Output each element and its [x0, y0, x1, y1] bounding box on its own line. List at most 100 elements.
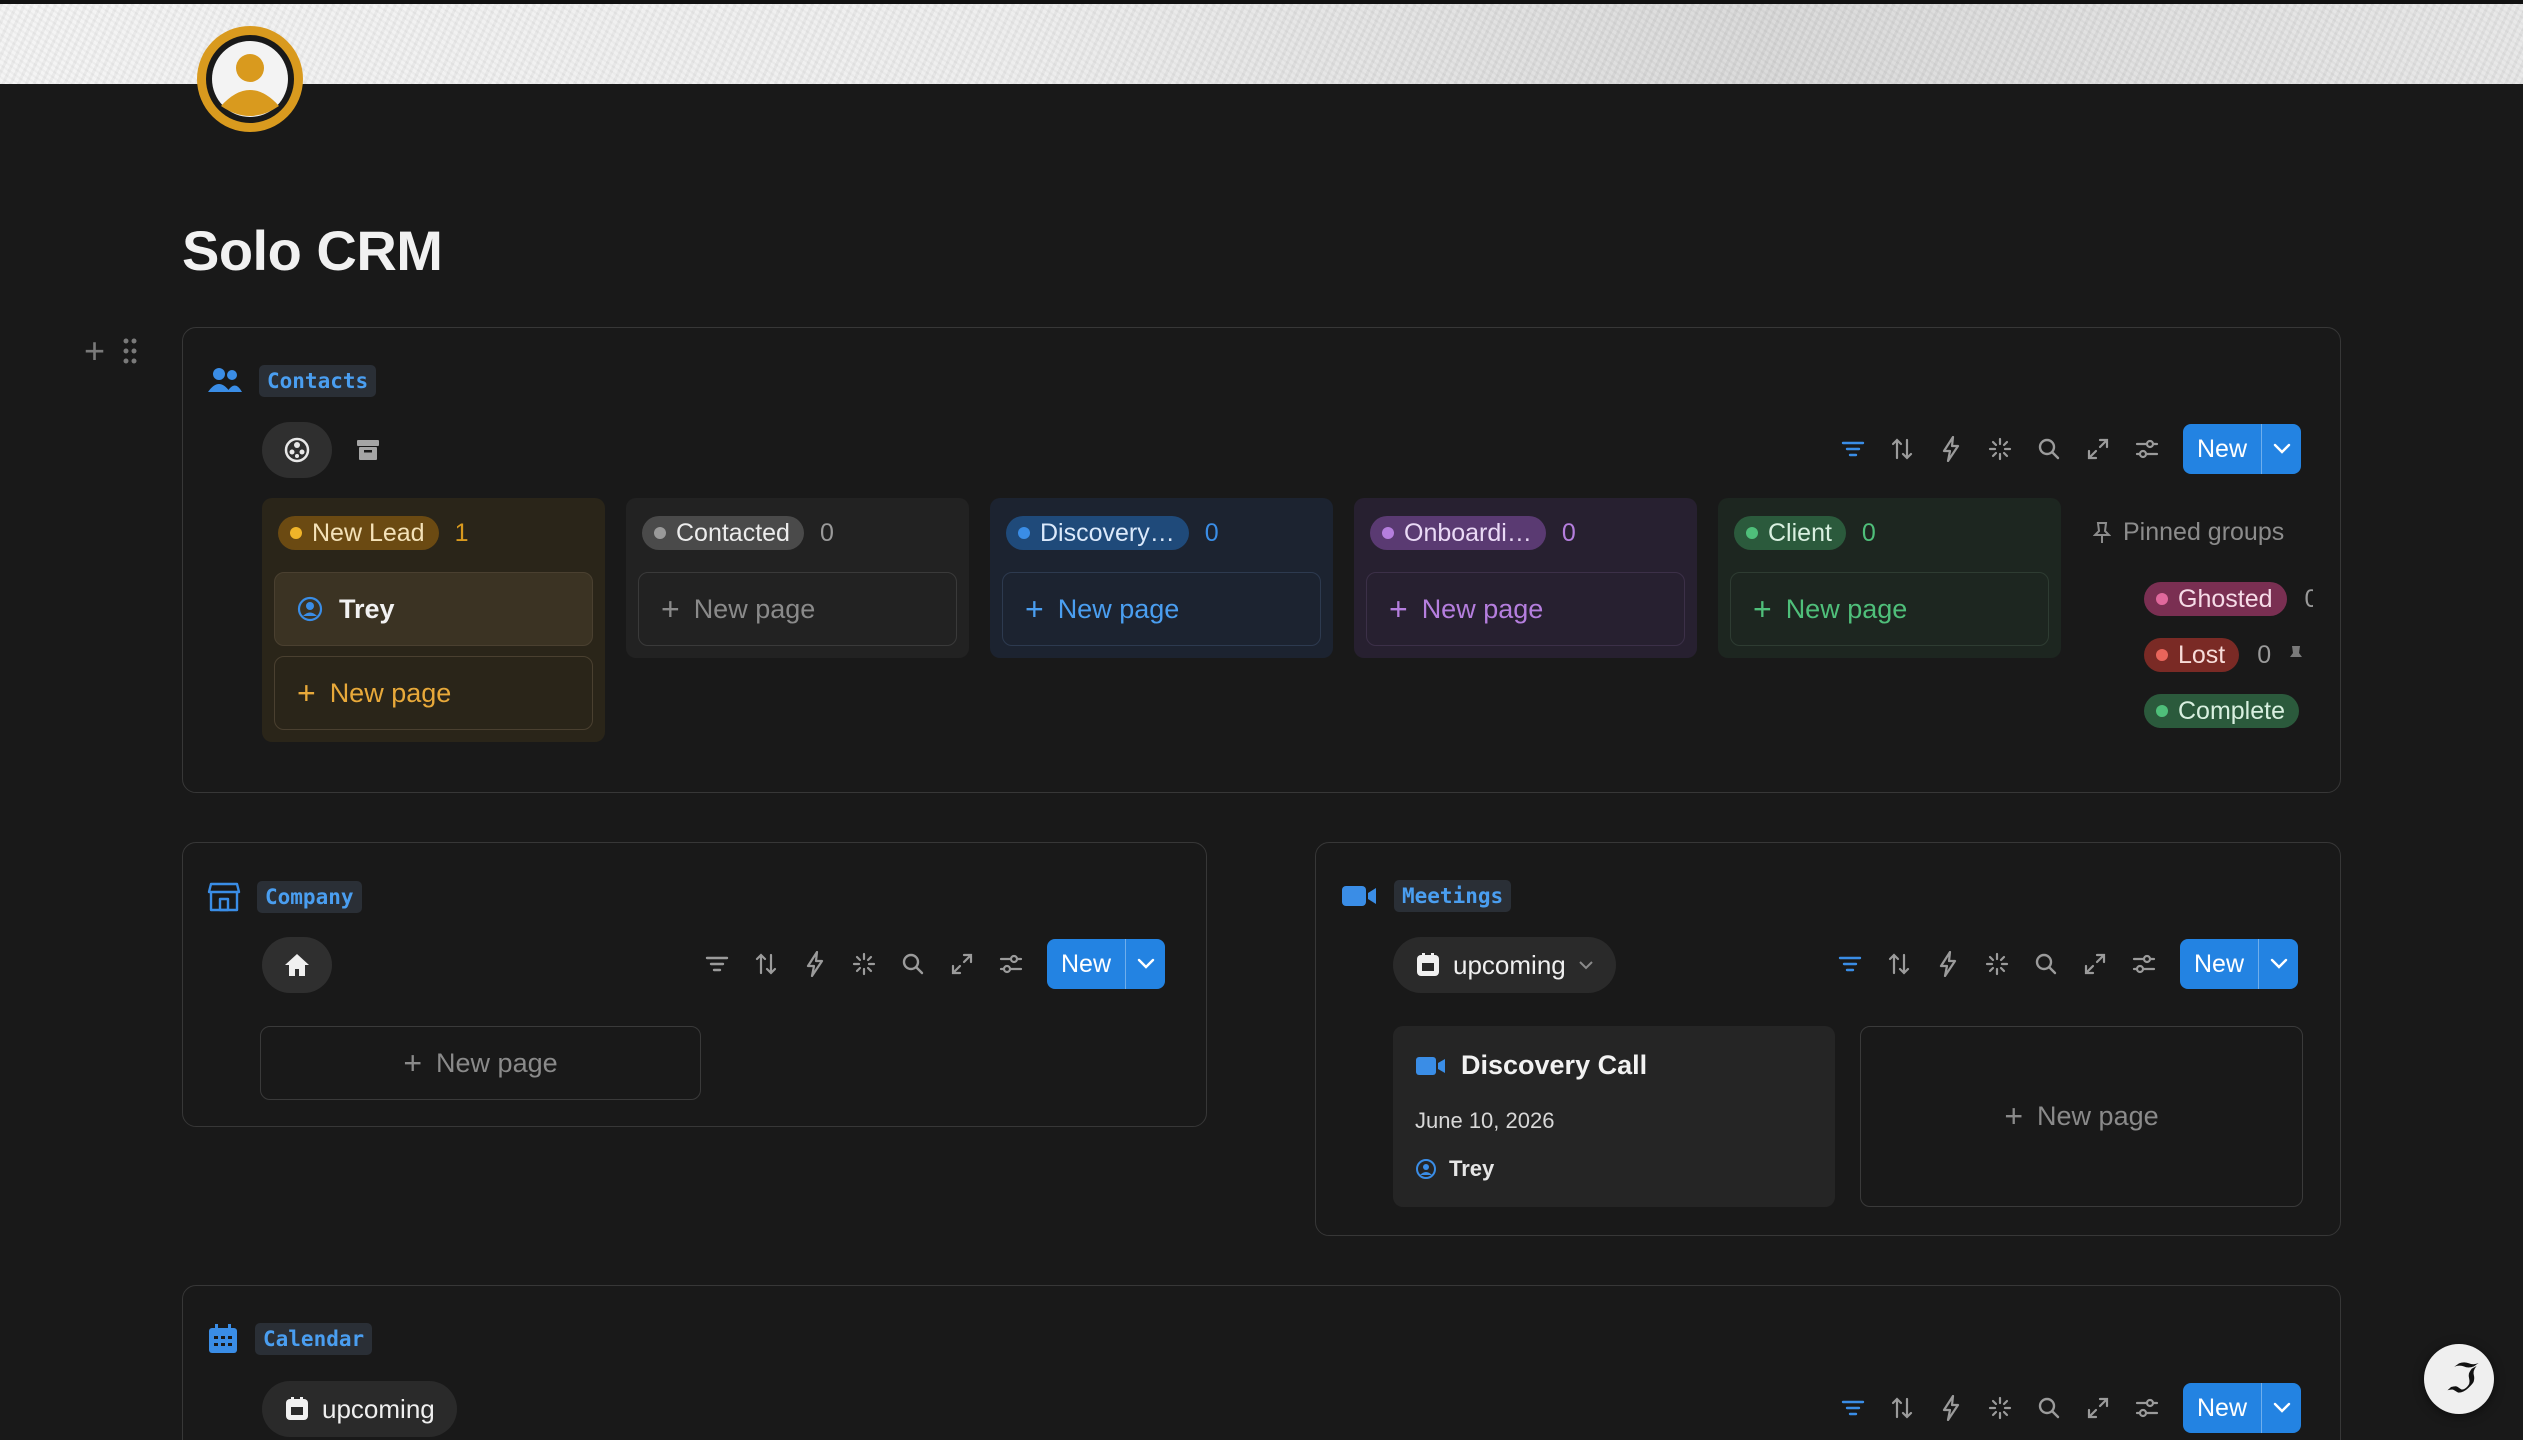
- expand-icon[interactable]: [2073, 429, 2122, 469]
- notion-ai-help-icon[interactable]: ℑ: [2424, 1344, 2494, 1414]
- block-handle[interactable]: +: [84, 330, 137, 372]
- status-tag-complete[interactable]: Complete: [2144, 694, 2299, 728]
- status-tag-contacted[interactable]: Contacted: [642, 516, 804, 550]
- filter-icon[interactable]: [1828, 429, 1877, 469]
- chevron-down-icon[interactable]: [2261, 424, 2301, 474]
- calendar-title[interactable]: Calendar: [207, 1323, 373, 1355]
- search-icon[interactable]: [2024, 1388, 2073, 1428]
- automation-bolt-icon[interactable]: [790, 944, 839, 984]
- new-button-label[interactable]: New: [2183, 424, 2261, 474]
- chevron-down-icon[interactable]: [2261, 1383, 2301, 1433]
- contacts-toolbar: New: [1828, 424, 2302, 474]
- status-tag-discovery[interactable]: Discovery…: [1006, 516, 1189, 550]
- calendar-new-button[interactable]: New: [2183, 1383, 2302, 1433]
- settings-sliders-icon[interactable]: [2122, 429, 2171, 469]
- meeting-person[interactable]: Trey: [1449, 1156, 1494, 1182]
- pinned-group-ghosted[interactable]: Ghosted 0: [2144, 582, 2313, 616]
- company-new-page-button[interactable]: + New page: [260, 1026, 701, 1100]
- meetings-new-page-button[interactable]: + New page: [1860, 1026, 2303, 1207]
- board-column-new-lead: New Lead 1 Trey + New page: [262, 498, 605, 742]
- meetings-title-label[interactable]: Meetings: [1394, 880, 1512, 912]
- view-label: upcoming: [1453, 949, 1566, 980]
- new-button-label[interactable]: New: [2183, 1383, 2261, 1433]
- automation-bolt-icon[interactable]: [1923, 944, 1972, 984]
- calendar-view-icon: [1417, 953, 1439, 976]
- new-page-button[interactable]: + New page: [274, 656, 593, 730]
- add-block-icon[interactable]: +: [84, 330, 105, 372]
- company-title[interactable]: Company: [207, 880, 362, 914]
- new-button-label[interactable]: New: [1047, 939, 1125, 989]
- pinned-group-complete[interactable]: Complete: [2144, 694, 2299, 728]
- status-tag-ghosted[interactable]: Ghosted: [2144, 582, 2287, 616]
- contact-card-trey[interactable]: Trey: [274, 572, 593, 646]
- calendar-view-icon: [286, 1397, 308, 1420]
- sort-icon[interactable]: [1877, 429, 1926, 469]
- chevron-down-icon[interactable]: [1125, 939, 1165, 989]
- pinned-group-lost[interactable]: Lost 0: [2144, 638, 2303, 672]
- expand-icon[interactable]: [2070, 944, 2119, 984]
- filter-icon[interactable]: [1825, 944, 1874, 984]
- status-tag-new-lead[interactable]: New Lead: [278, 516, 439, 550]
- company-new-button[interactable]: New: [1047, 939, 1166, 989]
- calendar-view-selector[interactable]: upcoming: [262, 1381, 457, 1437]
- search-icon[interactable]: [2024, 429, 2073, 469]
- expand-icon[interactable]: [937, 944, 986, 984]
- search-icon[interactable]: [2021, 944, 2070, 984]
- new-page-label: New page: [1057, 593, 1180, 624]
- board-column-contacted: Contacted 0 + New page: [626, 498, 969, 658]
- tag-label: Lost: [2178, 640, 2226, 669]
- settings-sliders-icon[interactable]: [2119, 944, 2168, 984]
- new-page-button[interactable]: + New page: [1366, 572, 1685, 646]
- contacts-title-label[interactable]: Contacts: [259, 365, 377, 397]
- column-count: 0: [1561, 518, 1576, 547]
- column-count: 0: [1861, 518, 1876, 547]
- new-page-button[interactable]: + New page: [1730, 572, 2049, 646]
- company-title-label[interactable]: Company: [257, 881, 362, 913]
- search-icon[interactable]: [888, 944, 937, 984]
- meetings-new-button[interactable]: New: [2180, 939, 2299, 989]
- ai-sparkle-icon[interactable]: [1972, 944, 2021, 984]
- meetings-view-selector[interactable]: upcoming: [1393, 937, 1616, 993]
- view-board-button[interactable]: [262, 422, 332, 478]
- contacts-title[interactable]: Contacts: [207, 365, 377, 397]
- settings-sliders-icon[interactable]: [986, 944, 1035, 984]
- sort-icon[interactable]: [1874, 944, 1923, 984]
- plus-icon: +: [1753, 590, 1772, 627]
- automation-bolt-icon[interactable]: [1926, 429, 1975, 469]
- sort-icon[interactable]: [741, 944, 790, 984]
- new-page-button[interactable]: + New page: [638, 572, 957, 646]
- pin-icon[interactable]: [2289, 644, 2303, 666]
- automation-bolt-icon[interactable]: [1926, 1388, 1975, 1428]
- view-home-button[interactable]: [262, 937, 332, 993]
- ai-sparkle-icon[interactable]: [839, 944, 888, 984]
- page-icon-user[interactable]: [197, 26, 303, 132]
- chevron-down-icon[interactable]: [2258, 939, 2298, 989]
- status-tag-onboarding[interactable]: Onboardi…: [1370, 516, 1546, 550]
- new-page-label: New page: [693, 593, 816, 624]
- view-archive-button[interactable]: [350, 432, 386, 468]
- pinned-groups-header[interactable]: Pinned groups: [2093, 518, 2284, 547]
- new-page-button[interactable]: + New page: [1002, 572, 1321, 646]
- drag-handle-icon[interactable]: [123, 338, 137, 364]
- pinned-groups-label: Pinned groups: [2123, 518, 2285, 546]
- new-button-label[interactable]: New: [2180, 939, 2258, 989]
- expand-icon[interactable]: [2073, 1388, 2122, 1428]
- plus-icon: +: [297, 674, 316, 711]
- ai-sparkle-icon[interactable]: [1975, 429, 2024, 469]
- plus-icon: +: [403, 1044, 423, 1081]
- contacts-new-button[interactable]: New: [2183, 424, 2302, 474]
- meeting-card-discovery-call[interactable]: Discovery Call June 10, 2026 Trey: [1393, 1026, 1835, 1207]
- filter-icon[interactable]: [692, 944, 741, 984]
- status-tag-lost[interactable]: Lost: [2144, 638, 2240, 672]
- status-tag-client[interactable]: Client: [1734, 516, 1846, 550]
- new-page-label: New page: [1421, 593, 1544, 624]
- meetings-title[interactable]: Meetings: [1340, 880, 1512, 912]
- plus-icon: +: [1025, 590, 1044, 627]
- storefront-icon: [207, 882, 241, 912]
- filter-icon[interactable]: [1828, 1388, 1877, 1428]
- sort-icon[interactable]: [1877, 1388, 1926, 1428]
- archive-icon: [357, 440, 379, 460]
- ai-sparkle-icon[interactable]: [1975, 1388, 2024, 1428]
- calendar-title-label[interactable]: Calendar: [255, 1323, 373, 1355]
- settings-sliders-icon[interactable]: [2122, 1388, 2171, 1428]
